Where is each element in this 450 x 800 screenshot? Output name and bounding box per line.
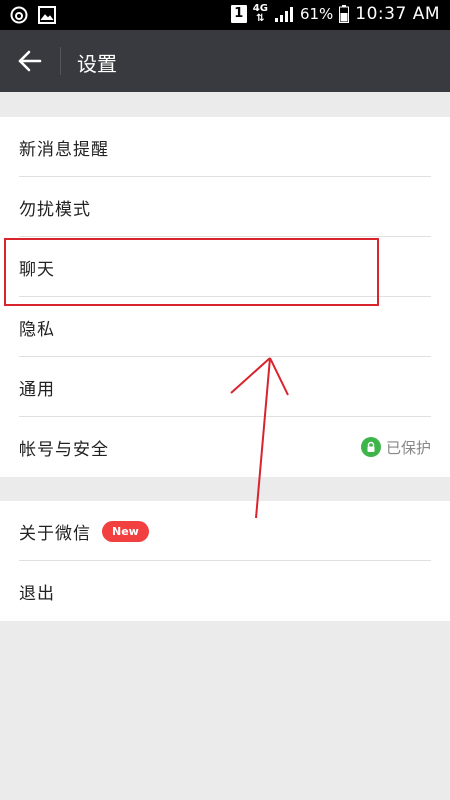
gallery-icon [38, 6, 56, 24]
battery-percent: 61% [299, 5, 334, 23]
settings-item-privacy[interactable]: 隐私 [0, 297, 450, 357]
settings-group-secondary: 关于微信 New 退出 [0, 501, 450, 621]
app-bar-divider [60, 47, 61, 75]
back-arrow-icon[interactable] [16, 47, 44, 75]
sim-slot-indicator: 1 [230, 5, 247, 23]
settings-item-label: 新消息提醒 [19, 139, 109, 160]
settings-item-about-wechat[interactable]: 关于微信 New [0, 501, 450, 561]
settings-item-label: 聊天 [19, 259, 55, 280]
netease-music-icon [10, 6, 28, 24]
settings-item-label: 通用 [19, 379, 55, 400]
settings-item-label: 关于微信 [19, 523, 91, 544]
settings-item-chat[interactable]: 聊天 [0, 237, 450, 297]
status-bar-right: 1 4G ⇅ 61% 10:37 AM [230, 4, 440, 24]
status-bar-left [10, 6, 56, 24]
clock: 10:37 AM [355, 4, 440, 24]
settings-group-main: 新消息提醒 勿扰模式 聊天 隐私 通用 帐号与安全 已保护 [0, 117, 450, 477]
page-title: 设置 [77, 52, 117, 76]
settings-item-general[interactable]: 通用 [0, 357, 450, 417]
battery-icon [339, 5, 350, 23]
settings-item-account-security[interactable]: 帐号与安全 已保护 [0, 417, 450, 477]
new-badge: New [102, 520, 149, 542]
settings-item-logout[interactable]: 退出 [0, 561, 450, 621]
settings-item-label: 勿扰模式 [19, 199, 91, 220]
status-bar: 1 4G ⇅ 61% 10:37 AM [0, 0, 450, 30]
signal-strength-icon [274, 7, 293, 22]
network-indicator: 4G ⇅ [253, 4, 268, 24]
protection-status-label: 已保护 [385, 438, 431, 457]
data-arrows-icon: ⇅ [256, 13, 265, 24]
settings-item-do-not-disturb[interactable]: 勿扰模式 [0, 177, 450, 237]
lock-icon [360, 437, 381, 457]
settings-item-label: 隐私 [19, 319, 55, 340]
settings-item-new-message-alerts[interactable]: 新消息提醒 [0, 117, 450, 177]
settings-item-label: 退出 [19, 583, 55, 604]
app-bar: 设置 [0, 30, 450, 92]
protection-status: 已保护 [360, 437, 431, 458]
settings-item-label: 帐号与安全 [19, 439, 109, 460]
